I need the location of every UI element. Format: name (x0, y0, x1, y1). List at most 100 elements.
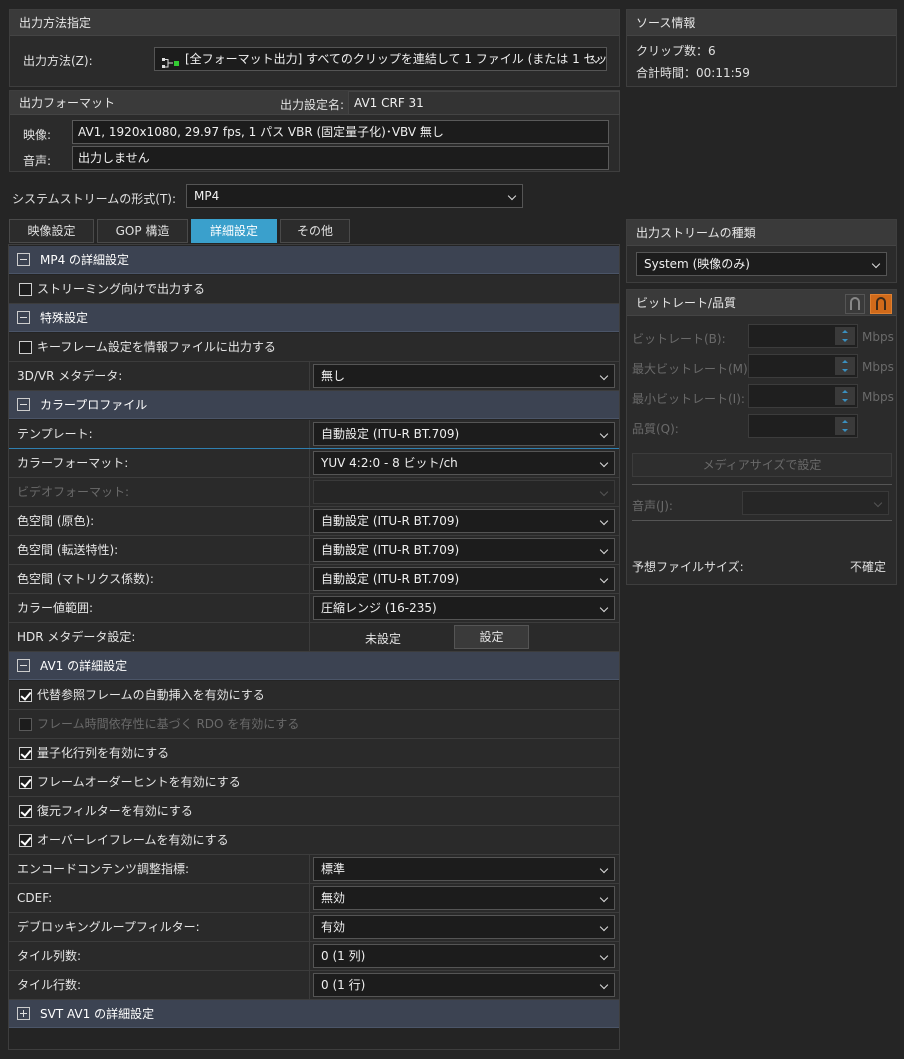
divider (309, 478, 310, 506)
hdr-status: 未設定 (365, 632, 402, 646)
matrix-select[interactable]: 自動設定 (ITU-R BT.709) (313, 567, 615, 591)
tab-video-settings[interactable]: 映像設定 (9, 219, 94, 243)
template-value: 自動設定 (ITU-R BT.709) (321, 427, 460, 441)
row-template: テンプレート: 自動設定 (ITU-R BT.709) (9, 420, 619, 449)
chevron-down-icon (599, 487, 609, 497)
collapse-icon[interactable] (17, 253, 30, 266)
transfer-select[interactable]: 自動設定 (ITU-R BT.709) (313, 538, 615, 562)
row-cdef: CDEF: 無効 (9, 884, 619, 913)
cdef-value: 無効 (321, 891, 346, 905)
min-bitrate-spinner (748, 384, 858, 408)
stream-type-panel: 出力ストリームの種類 System (映像のみ) (626, 219, 897, 283)
hdr-settings-button[interactable]: 設定 (454, 625, 529, 649)
video-summary-field: AV1, 1920x1080, 29.97 fps, 1 パス VBR (固定量… (72, 120, 609, 144)
divider (309, 449, 310, 477)
row-streaming[interactable]: ストリーミング向けで出力する (9, 275, 619, 304)
checkbox-order-hint[interactable] (19, 776, 32, 789)
expand-icon[interactable] (17, 1007, 30, 1020)
system-stream-label: システムストリームの形式(T): (12, 192, 177, 206)
spin-down-icon (835, 366, 855, 375)
section-svt-av1[interactable]: SVT AV1 の詳細設定 (9, 1000, 619, 1028)
chevron-down-icon (599, 574, 609, 584)
system-stream-select[interactable]: MP4 (186, 184, 523, 208)
vr-metadata-label: 3D/VR メタデータ: (17, 369, 123, 383)
row-hdr-metadata: HDR メタデータ設定: 未設定 設定 (9, 623, 619, 652)
template-label: テンプレート: (17, 427, 93, 441)
checkbox-qmatrix[interactable] (19, 747, 32, 760)
checkbox-alt-ref[interactable] (19, 689, 32, 702)
row-qmatrix[interactable]: 量子化行列を有効にする (9, 739, 619, 768)
max-bitrate-label: 最大ビットレート(M): (632, 362, 752, 376)
row-restoration[interactable]: 復元フィルターを有効にする (9, 797, 619, 826)
lock-icon[interactable] (845, 294, 865, 314)
stream-type-select[interactable]: System (映像のみ) (636, 252, 887, 276)
row-rdo: フレーム時間依存性に基づく RDO を有効にする (9, 710, 619, 739)
row-overlay[interactable]: オーバーレイフレームを有効にする (9, 826, 619, 855)
divider (309, 942, 310, 970)
chevron-down-icon (599, 980, 609, 990)
color-range-select[interactable]: 圧縮レンジ (16-235) (313, 596, 615, 620)
output-format-panel: 出力フォーマット 出力設定名: AV1 CRF 31 映像: AV1, 1920… (9, 90, 620, 172)
collapse-icon[interactable] (17, 311, 30, 324)
color-range-label: カラー値範囲: (17, 601, 94, 615)
rdo-label: フレーム時間依存性に基づく RDO を有効にする (37, 717, 300, 731)
chevron-down-icon (599, 429, 609, 439)
section-av1[interactable]: AV1 の詳細設定 (9, 652, 619, 680)
checkbox-keyframe-info[interactable] (19, 341, 32, 354)
bitrate-label: ビットレート(B): (632, 332, 726, 346)
deblock-label: デブロッキングループフィルター: (17, 920, 200, 934)
tile-cols-select[interactable]: 0 (1 列) (313, 944, 615, 968)
collapse-icon[interactable] (17, 659, 30, 672)
spin-up-icon (835, 387, 855, 396)
source-info-title: ソース情報 (627, 10, 896, 36)
vr-metadata-select[interactable]: 無し (313, 364, 615, 388)
chevron-down-icon (599, 371, 609, 381)
tab-gop-structure[interactable]: GOP 構造 (97, 219, 188, 243)
output-method-value: [全フォーマット出力] すべてのクリップを連結して 1 ファイル (または 1 … (185, 52, 607, 66)
deblock-select[interactable]: 有効 (313, 915, 615, 939)
tile-cols-value: 0 (1 列) (321, 949, 366, 963)
tab-other[interactable]: その他 (280, 219, 350, 243)
preset-name-label: 出力設定名: (280, 98, 345, 112)
tile-rows-label: タイル行数: (17, 978, 82, 992)
section-mp4[interactable]: MP4 の詳細設定 (9, 246, 619, 274)
total-time: 合計時間：00:11:59 (636, 66, 750, 80)
divider (309, 565, 310, 593)
row-keyframe-info[interactable]: キーフレーム設定を情報ファイルに出力する (9, 333, 619, 362)
row-alt-ref[interactable]: 代替参照フレームの自動挿入を有効にする (9, 681, 619, 710)
output-format-heading: 出力フォーマット (19, 96, 116, 110)
collapse-icon[interactable] (17, 398, 30, 411)
chevron-down-icon (599, 516, 609, 526)
color-format-select[interactable]: YUV 4:2:0 - 8 ビット/ch (313, 451, 615, 475)
row-transfer: 色空間 (転送特性): 自動設定 (ITU-R BT.709) (9, 536, 619, 565)
checkbox-restoration[interactable] (19, 805, 32, 818)
transfer-value: 自動設定 (ITU-R BT.709) (321, 543, 460, 557)
output-method-select[interactable]: [全フォーマット出力] すべてのクリップを連結して 1 ファイル (または 1 … (154, 47, 607, 71)
checkbox-overlay[interactable] (19, 834, 32, 847)
color-format-label: カラーフォーマット: (17, 456, 129, 470)
template-select[interactable]: 自動設定 (ITU-R BT.709) (313, 422, 615, 446)
spin-up-icon (835, 417, 855, 426)
row-tile-rows: タイル行数: 0 (1 行) (9, 971, 619, 1000)
divider (309, 913, 310, 941)
section-color-profile[interactable]: カラープロファイル (9, 391, 619, 419)
matrix-label: 色空間 (マトリクス係数): (17, 572, 154, 586)
primaries-select[interactable]: 自動設定 (ITU-R BT.709) (313, 509, 615, 533)
tile-rows-select[interactable]: 0 (1 行) (313, 973, 615, 997)
tune-select[interactable]: 標準 (313, 857, 615, 881)
row-deblock: デブロッキングループフィルター: 有効 (9, 913, 619, 942)
transfer-label: 色空間 (転送特性): (17, 543, 119, 557)
checkbox-streaming[interactable] (19, 283, 32, 296)
alt-ref-label: 代替参照フレームの自動挿入を有効にする (37, 688, 265, 702)
output-method-label: 出力方法(Z): (23, 54, 93, 68)
streaming-label: ストリーミング向けで出力する (37, 282, 206, 296)
min-bitrate-label: 最小ビットレート(I): (632, 392, 745, 406)
row-order-hint[interactable]: フレームオーダーヒントを有効にする (9, 768, 619, 797)
section-special[interactable]: 特殊設定 (9, 304, 619, 332)
video-label: 映像: (23, 128, 52, 142)
tab-advanced-settings[interactable]: 詳細設定 (191, 219, 277, 243)
divider (309, 971, 310, 999)
cdef-select[interactable]: 無効 (313, 886, 615, 910)
system-stream-value: MP4 (194, 189, 220, 203)
unlock-icon[interactable] (870, 294, 892, 314)
